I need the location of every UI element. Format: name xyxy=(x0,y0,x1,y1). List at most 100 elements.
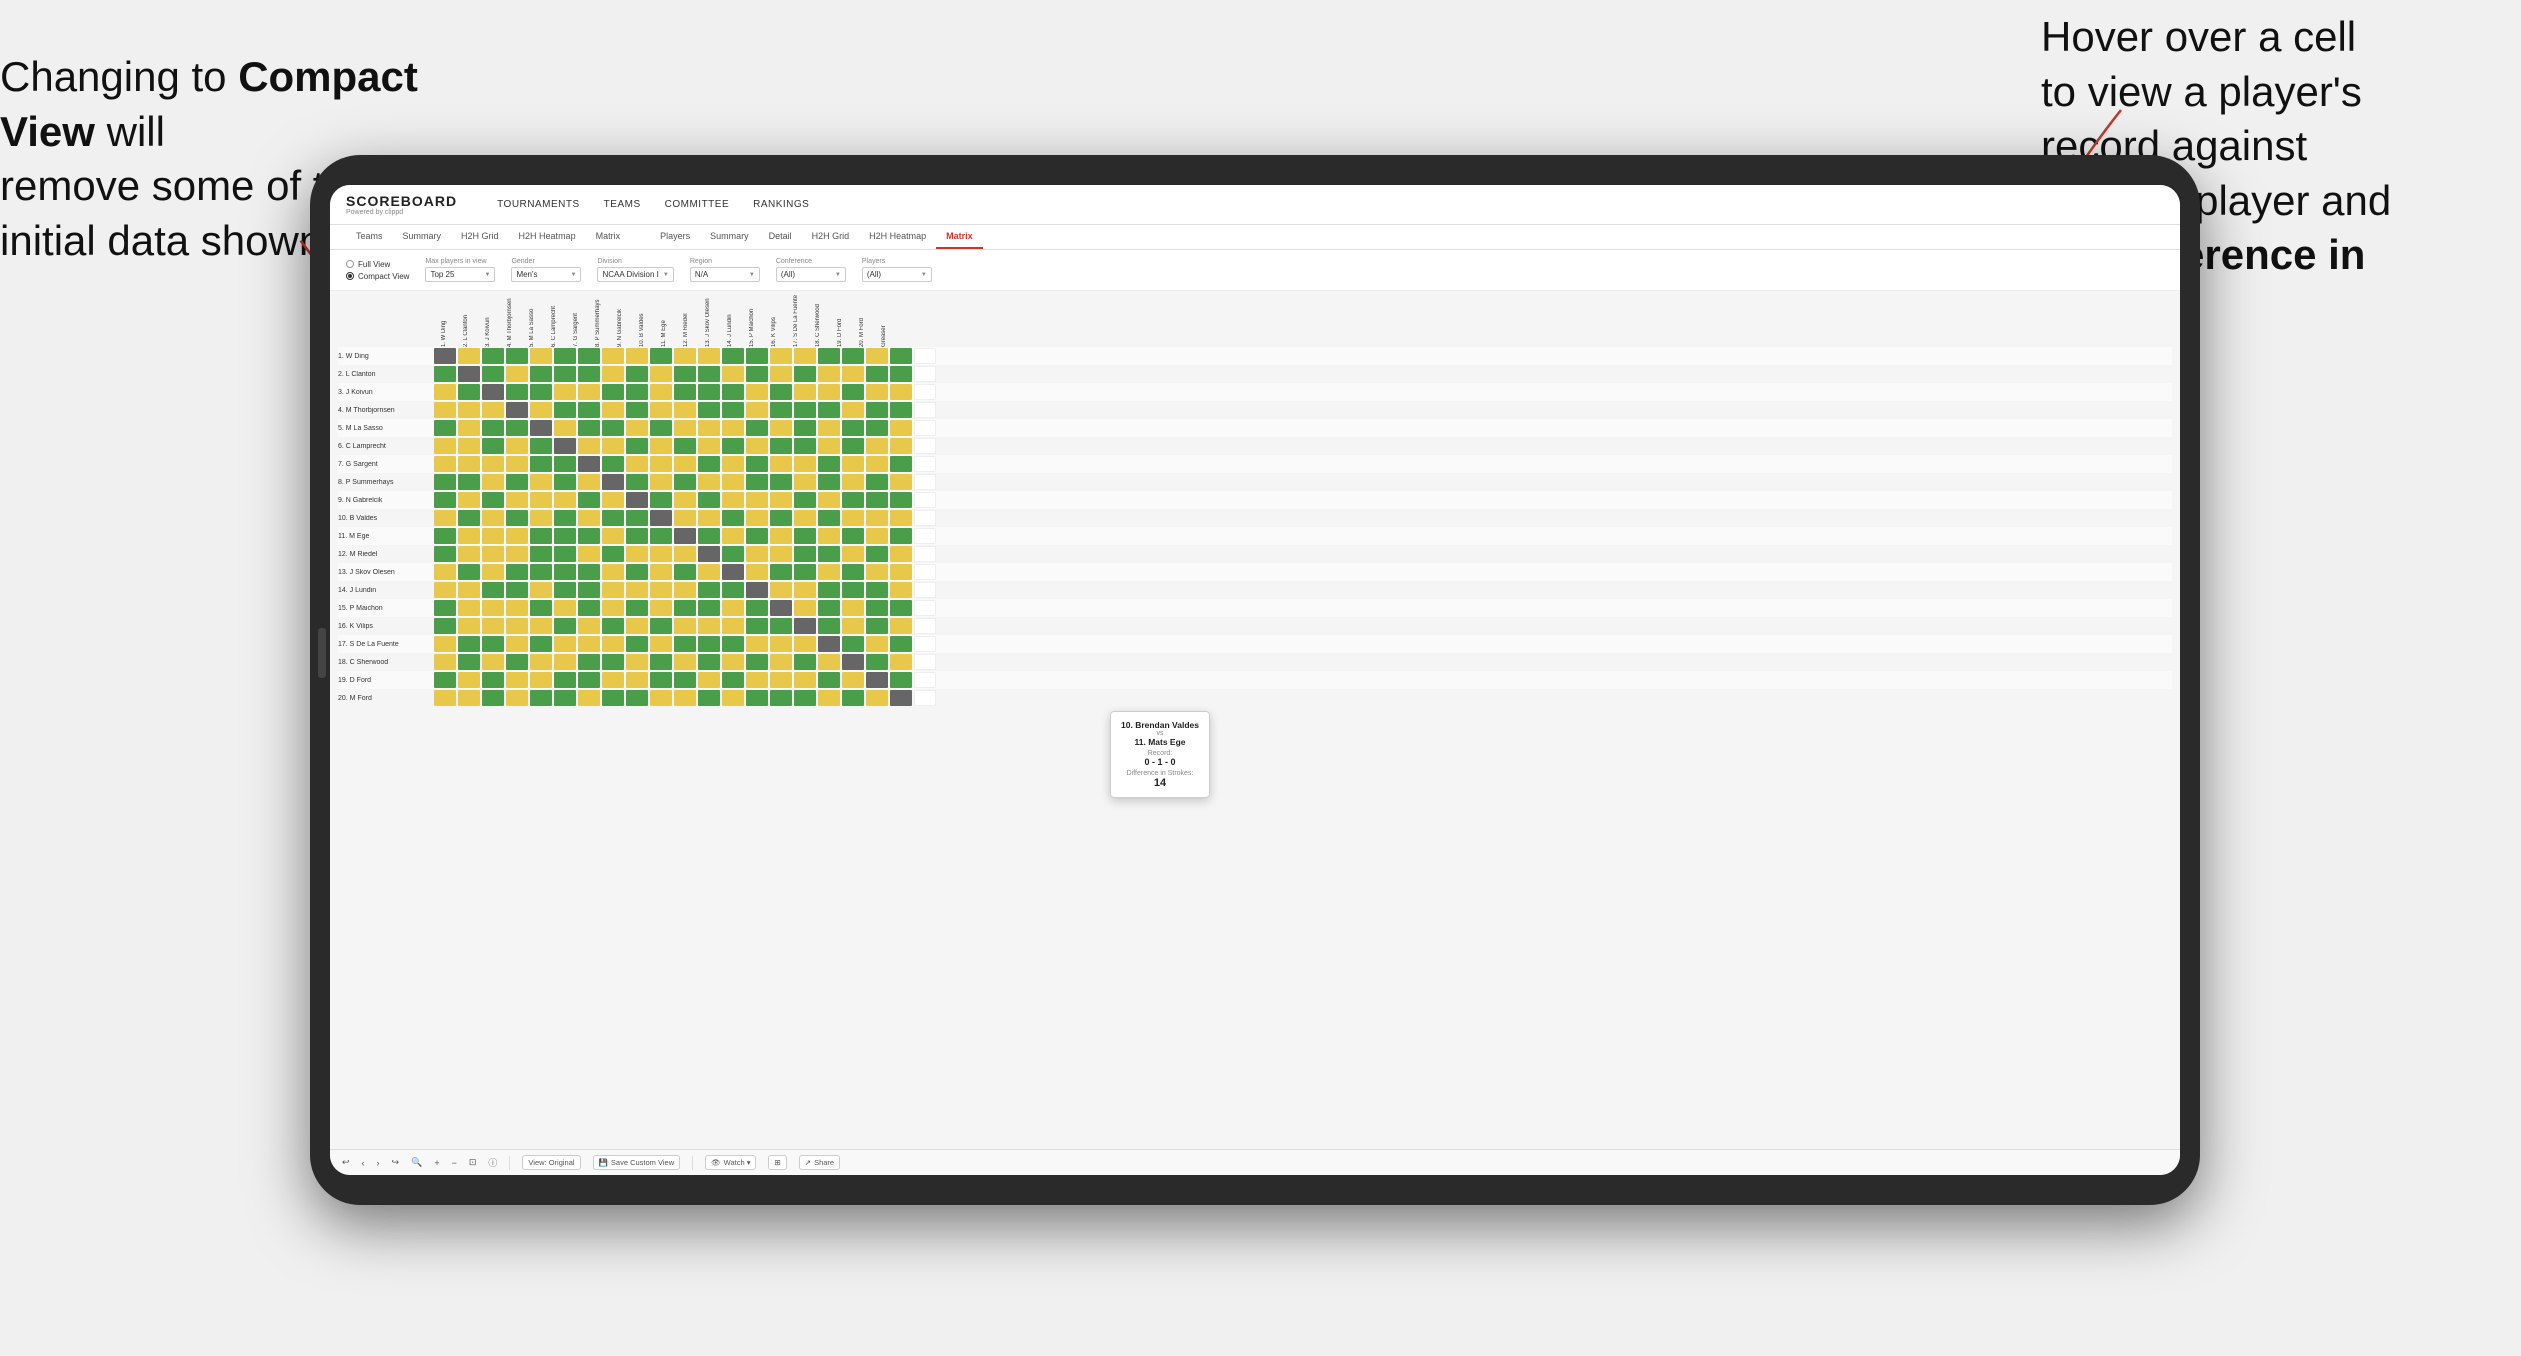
matrix-cell[interactable] xyxy=(530,456,552,472)
matrix-cell[interactable] xyxy=(434,420,456,436)
matrix-cell[interactable] xyxy=(914,528,936,544)
matrix-cell[interactable] xyxy=(722,402,744,418)
matrix-cell[interactable] xyxy=(554,618,576,634)
matrix-cell[interactable] xyxy=(746,384,768,400)
matrix-cell[interactable] xyxy=(890,546,912,562)
matrix-cell[interactable] xyxy=(842,402,864,418)
tab-matrix1[interactable]: Matrix xyxy=(586,225,631,249)
matrix-cell[interactable] xyxy=(434,492,456,508)
matrix-cell[interactable] xyxy=(650,654,672,670)
matrix-cell[interactable] xyxy=(770,438,792,454)
matrix-cell[interactable] xyxy=(482,636,504,652)
matrix-cell[interactable] xyxy=(602,366,624,382)
max-players-select[interactable]: Top 25 ▼ xyxy=(425,267,495,282)
matrix-cell[interactable] xyxy=(434,546,456,562)
nav-tournaments[interactable]: TOURNAMENTS xyxy=(497,199,580,210)
matrix-cell[interactable] xyxy=(530,510,552,526)
matrix-cell[interactable] xyxy=(506,366,528,382)
matrix-cell[interactable] xyxy=(794,636,816,652)
matrix-cell[interactable] xyxy=(530,564,552,580)
matrix-cell[interactable] xyxy=(602,672,624,688)
matrix-cell[interactable] xyxy=(866,690,888,706)
matrix-cell[interactable] xyxy=(530,438,552,454)
matrix-cell[interactable] xyxy=(770,564,792,580)
matrix-cell[interactable] xyxy=(842,438,864,454)
matrix-cell[interactable] xyxy=(818,492,840,508)
matrix-cell[interactable] xyxy=(506,690,528,706)
matrix-cell[interactable] xyxy=(866,564,888,580)
matrix-cell[interactable] xyxy=(578,528,600,544)
matrix-cell[interactable] xyxy=(650,564,672,580)
matrix-cell[interactable] xyxy=(434,582,456,598)
matrix-cell[interactable] xyxy=(650,528,672,544)
matrix-cell[interactable] xyxy=(890,636,912,652)
matrix-cell[interactable] xyxy=(650,510,672,526)
matrix-cell[interactable] xyxy=(698,384,720,400)
matrix-cell[interactable] xyxy=(626,582,648,598)
matrix-cell[interactable] xyxy=(434,672,456,688)
matrix-cell[interactable] xyxy=(914,546,936,562)
matrix-cell[interactable] xyxy=(626,402,648,418)
matrix-cell[interactable] xyxy=(698,690,720,706)
matrix-cell[interactable] xyxy=(746,438,768,454)
matrix-cell[interactable] xyxy=(890,492,912,508)
matrix-cell[interactable] xyxy=(458,600,480,616)
matrix-cell[interactable] xyxy=(458,384,480,400)
matrix-cell[interactable] xyxy=(914,690,936,706)
nav-teams[interactable]: TEAMS xyxy=(604,199,641,210)
matrix-cell[interactable] xyxy=(722,690,744,706)
matrix-cell[interactable] xyxy=(674,420,696,436)
tab-h2h-heatmap1[interactable]: H2H Heatmap xyxy=(509,225,586,249)
matrix-cell[interactable] xyxy=(794,492,816,508)
matrix-cell[interactable] xyxy=(530,672,552,688)
matrix-cell[interactable] xyxy=(722,654,744,670)
matrix-cell[interactable] xyxy=(578,582,600,598)
matrix-cell[interactable] xyxy=(842,492,864,508)
matrix-cell[interactable] xyxy=(554,510,576,526)
matrix-cell[interactable] xyxy=(794,438,816,454)
matrix-cell[interactable] xyxy=(746,474,768,490)
matrix-cell[interactable] xyxy=(866,636,888,652)
matrix-cell[interactable] xyxy=(890,690,912,706)
matrix-cell[interactable] xyxy=(842,456,864,472)
matrix-cell[interactable] xyxy=(554,348,576,364)
matrix-cell[interactable] xyxy=(842,348,864,364)
matrix-cell[interactable] xyxy=(722,348,744,364)
matrix-cell[interactable] xyxy=(602,582,624,598)
matrix-cell[interactable] xyxy=(674,402,696,418)
matrix-cell[interactable] xyxy=(458,420,480,436)
matrix-cell[interactable] xyxy=(626,654,648,670)
matrix-cell[interactable] xyxy=(746,600,768,616)
nav-back-icon[interactable]: ‹ xyxy=(362,1158,365,1168)
matrix-cell[interactable] xyxy=(506,546,528,562)
matrix-cell[interactable] xyxy=(842,582,864,598)
gender-select[interactable]: Men's ▼ xyxy=(511,267,581,282)
matrix-cell[interactable] xyxy=(890,618,912,634)
nav-committee[interactable]: COMMITTEE xyxy=(665,199,730,210)
tab-h2h-grid2[interactable]: H2H Grid xyxy=(802,225,860,249)
matrix-cell[interactable] xyxy=(914,636,936,652)
matrix-cell[interactable] xyxy=(914,384,936,400)
matrix-cell[interactable] xyxy=(506,654,528,670)
matrix-cell[interactable] xyxy=(530,690,552,706)
matrix-cell[interactable] xyxy=(434,564,456,580)
matrix-cell[interactable] xyxy=(818,672,840,688)
matrix-cell[interactable] xyxy=(866,492,888,508)
tab-matrix2[interactable]: Matrix xyxy=(936,225,983,249)
matrix-cell[interactable] xyxy=(866,510,888,526)
matrix-cell[interactable] xyxy=(890,474,912,490)
matrix-cell[interactable] xyxy=(578,492,600,508)
matrix-cell[interactable] xyxy=(626,474,648,490)
matrix-cell[interactable] xyxy=(818,456,840,472)
matrix-cell[interactable] xyxy=(866,546,888,562)
matrix-cell[interactable] xyxy=(482,564,504,580)
players-select[interactable]: (All) ▼ xyxy=(862,267,932,282)
matrix-cell[interactable] xyxy=(530,366,552,382)
matrix-cell[interactable] xyxy=(554,654,576,670)
matrix-cell[interactable] xyxy=(602,510,624,526)
matrix-cell[interactable] xyxy=(794,690,816,706)
matrix-cell[interactable] xyxy=(914,456,936,472)
matrix-cell[interactable] xyxy=(794,456,816,472)
matrix-cell[interactable] xyxy=(698,672,720,688)
matrix-cell[interactable] xyxy=(554,402,576,418)
